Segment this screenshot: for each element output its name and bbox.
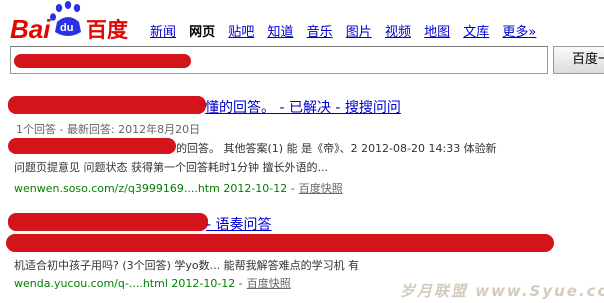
- baidu-logo-graphic: Bai du 百度: [10, 1, 128, 44]
- redacted-title-2: [8, 213, 208, 231]
- result-2-cache-link[interactable]: 百度快照: [247, 277, 291, 290]
- redacted-snippet-2: [6, 234, 554, 252]
- result-1-cache-link[interactable]: 百度快照: [299, 182, 343, 195]
- logo-text-bai: Bai: [10, 14, 51, 44]
- result-2-url: wenda.yucou.com/q-....html 2012-10-12 -: [14, 277, 243, 290]
- result-1-snippet-line1: 的回答。 其他答案(1) 能 是《帝》、2 2012-08-20 14:33 体…: [176, 142, 497, 155]
- nav-zhidao[interactable]: 知道: [267, 25, 293, 40]
- result-1-meta: 1个回答 - 最新回答: 2012年8月20日: [16, 123, 201, 136]
- redacted-title-1: [8, 96, 206, 114]
- search-button[interactable]: 百度一下: [553, 46, 604, 74]
- baidu-logo[interactable]: Bai du 百度: [10, 0, 136, 44]
- nav-video[interactable]: 视频: [385, 25, 411, 40]
- result-1-title[interactable]: 懂的回答。 - 已解决 - 搜搜问问: [205, 97, 401, 117]
- site-watermark: 岁月联盟 www.Syue.com: [400, 282, 604, 300]
- result-1-snippet-line2: 问题页提意见 问题状态 获得第一个回答耗时1分钟 擅长外语的...: [14, 161, 328, 174]
- result-2-title[interactable]: - 语奏问答: [206, 214, 272, 234]
- redacted-query: [14, 54, 191, 68]
- nav-map[interactable]: 地图: [424, 25, 450, 40]
- result-2-snippet: 机适合初中孩子用吗? (3个回答) 学yo数... 能帮我解答难点的学习机 有: [14, 259, 360, 272]
- result-1-url: wenwen.soso.com/z/q3999169....htm 2012-1…: [14, 182, 295, 195]
- nav-web-current: 网页: [189, 25, 216, 40]
- logo-text-baidu-cn: 百度: [86, 18, 128, 42]
- logo-text-du: du: [60, 22, 73, 34]
- redacted-snippet-1: [8, 138, 176, 154]
- nav-images[interactable]: 图片: [346, 25, 372, 40]
- nav-music[interactable]: 音乐: [307, 25, 333, 40]
- top-nav: 新闻 网页 贴吧 知道 音乐 图片 视频 地图 文库 更多»: [150, 21, 536, 40]
- search-input[interactable]: [10, 46, 548, 74]
- nav-wenku[interactable]: 文库: [463, 25, 489, 40]
- result-2-url-line: wenda.yucou.com/q-....html 2012-10-12 - 百…: [14, 275, 291, 291]
- nav-news[interactable]: 新闻: [150, 25, 176, 40]
- nav-more[interactable]: 更多»: [502, 25, 536, 40]
- nav-tieba[interactable]: 贴吧: [228, 25, 254, 40]
- result-1-url-line: wenwen.soso.com/z/q3999169....htm 2012-1…: [14, 180, 343, 196]
